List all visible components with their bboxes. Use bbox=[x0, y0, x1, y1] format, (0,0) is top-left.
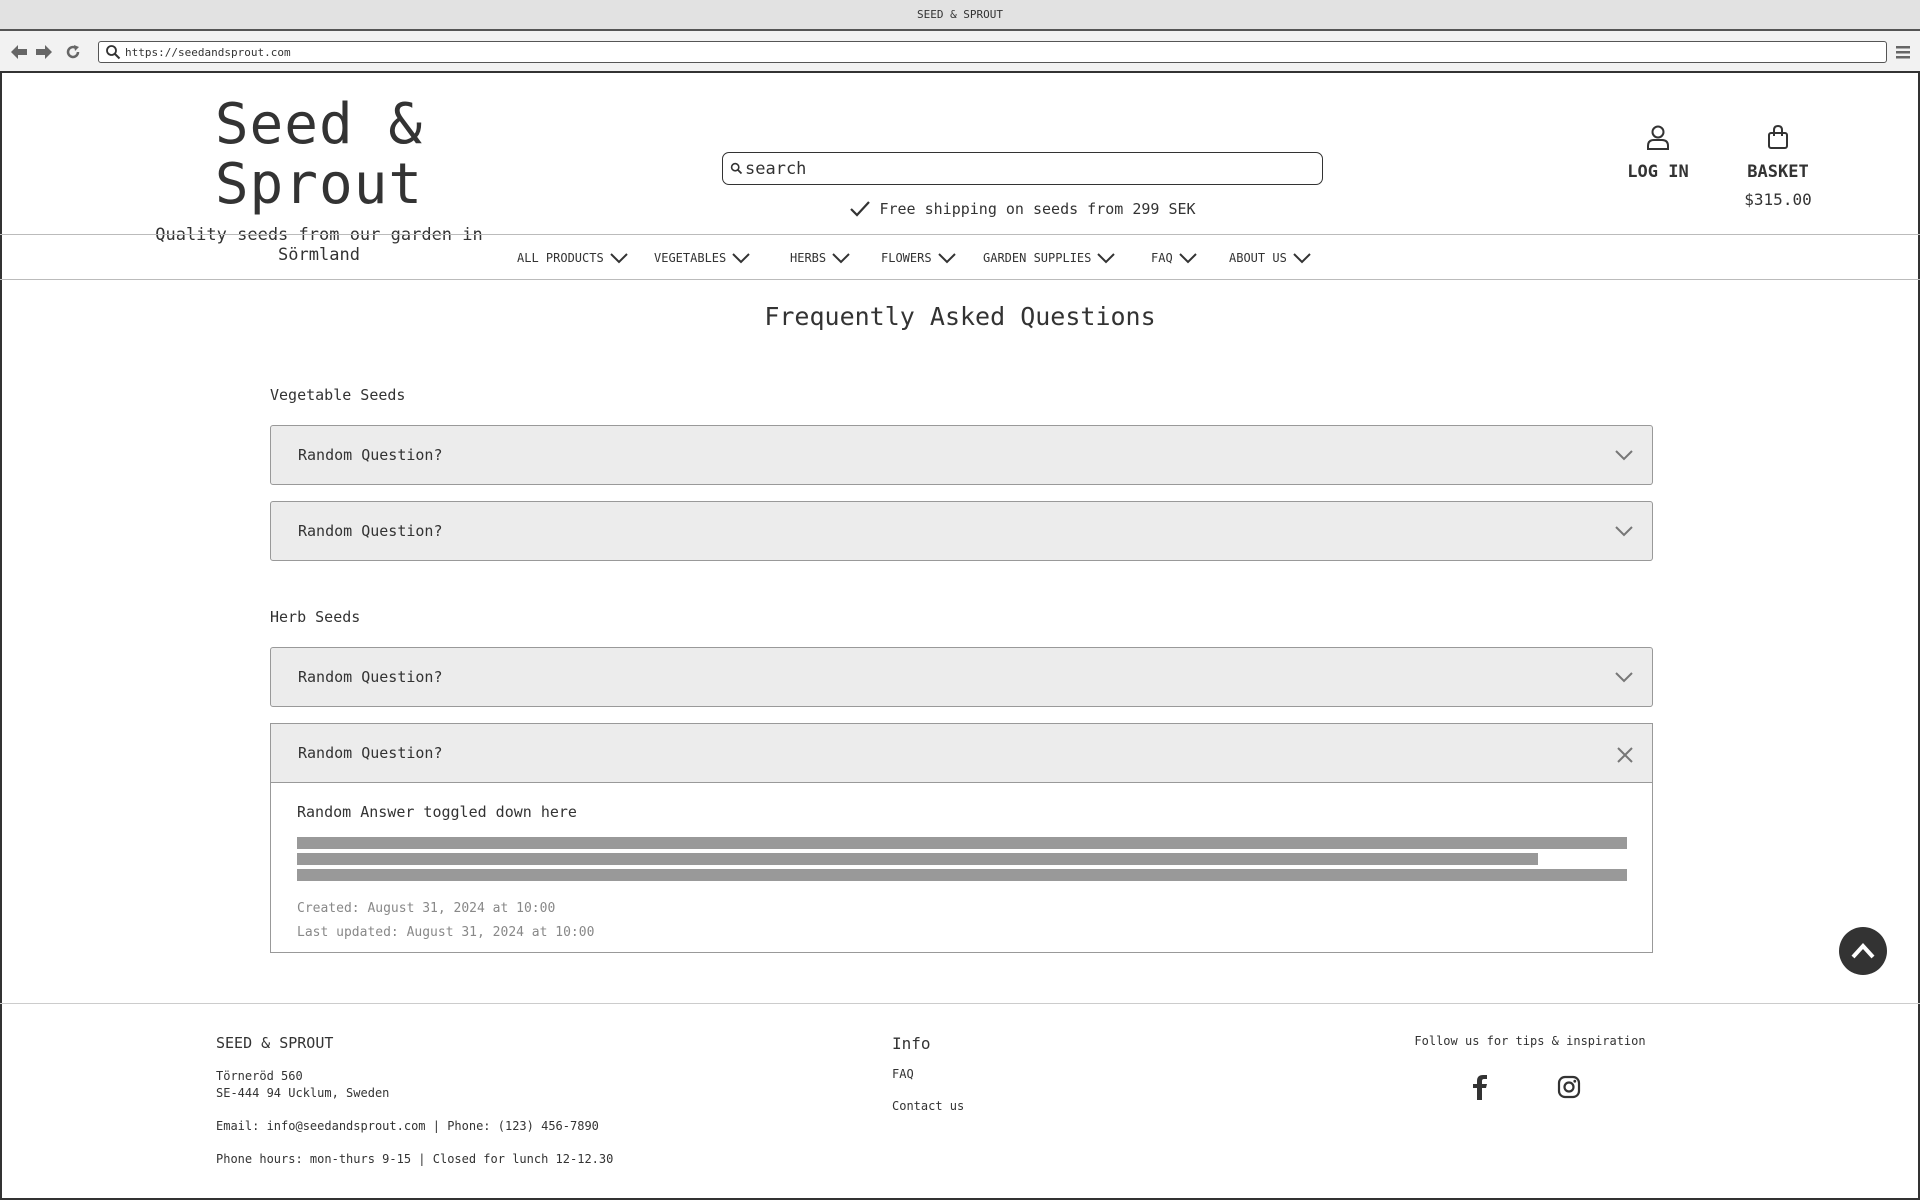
back-button[interactable] bbox=[8, 42, 30, 62]
chevron-down-icon bbox=[937, 253, 956, 264]
faq-question[interactable]: Random Question? bbox=[270, 425, 1653, 485]
question-text: Random Question? bbox=[298, 446, 443, 464]
placeholder-text-line bbox=[297, 853, 1538, 865]
nav-item-herbs[interactable]: HERBS bbox=[790, 235, 850, 281]
basket-total: $315.00 bbox=[1744, 190, 1812, 209]
nav-item-flowers[interactable]: FLOWERS bbox=[881, 235, 956, 281]
chevron-down-icon bbox=[832, 253, 850, 264]
nav-item-label: HERBS bbox=[790, 251, 827, 265]
nav-item-label: FAQ bbox=[1151, 251, 1173, 265]
footer-follow-text: Follow us for tips & inspiration bbox=[1414, 1034, 1646, 1048]
browser-menu-button[interactable] bbox=[1894, 43, 1912, 61]
footer-info: Info FAQ Contact us bbox=[892, 1034, 964, 1113]
basket-label: BASKET bbox=[1747, 162, 1809, 182]
reload-icon bbox=[66, 45, 80, 59]
question-text: Random Question? bbox=[298, 744, 443, 762]
login-label: LOG IN bbox=[1627, 162, 1689, 182]
chevron-down-icon bbox=[1615, 672, 1633, 683]
address-bar: https://seedandsprout.com bbox=[0, 31, 1920, 73]
brand-title: Seed & Sprout bbox=[214, 92, 424, 217]
section-heading-vegetable-seeds: Vegetable Seeds bbox=[270, 386, 406, 404]
question-text: Random Question? bbox=[298, 522, 443, 540]
page-title: Frequently Asked Questions bbox=[764, 302, 1156, 331]
faq-answer: Random Answer toggled down here Created:… bbox=[270, 783, 1653, 953]
footer-info-heading: Info bbox=[892, 1034, 931, 1053]
user-icon bbox=[1647, 125, 1669, 150]
arrow-right-icon bbox=[36, 45, 52, 59]
forward-button[interactable] bbox=[33, 42, 55, 62]
chevron-down-icon bbox=[1615, 450, 1633, 461]
chevron-down-icon bbox=[1097, 253, 1116, 264]
faq-question[interactable]: Random Question? bbox=[270, 647, 1653, 707]
search-icon bbox=[106, 45, 121, 60]
instagram-icon bbox=[1557, 1075, 1581, 1099]
footer-hours: Phone hours: mon-thurs 9-15 | Closed for… bbox=[216, 1152, 614, 1166]
nav-item-label: ALL PRODUCTS bbox=[517, 251, 604, 265]
reload-button[interactable] bbox=[62, 42, 84, 62]
faq-question-open[interactable]: Random Question? bbox=[270, 723, 1653, 783]
chevron-down-icon bbox=[609, 253, 628, 264]
section-heading-herb-seeds: Herb Seeds bbox=[270, 608, 361, 626]
placeholder-text-line bbox=[297, 869, 1627, 881]
nav-item-vegetables[interactable]: VEGETABLES bbox=[654, 235, 750, 281]
instagram-link[interactable] bbox=[1556, 1074, 1582, 1100]
chevron-up-icon bbox=[1851, 943, 1875, 959]
footer-contact-line: Email: info@seedandsprout.com | Phone: (… bbox=[216, 1119, 599, 1133]
nav-item-about-us[interactable]: ABOUT US bbox=[1229, 235, 1311, 281]
search-icon bbox=[730, 162, 743, 175]
nav-item-label: FLOWERS bbox=[881, 251, 932, 265]
chevron-down-icon bbox=[1293, 253, 1311, 264]
window-title: SEED & SPROUT bbox=[916, 8, 1004, 21]
footer-contact: SEED & SPROUT Törneröd 560 SE-444 94 Uck… bbox=[216, 1034, 613, 1168]
chevron-down-icon bbox=[1178, 253, 1197, 264]
footer-brand: SEED & SPROUT bbox=[216, 1034, 334, 1052]
footer-address-line2: SE-444 94 Ucklum, Sweden bbox=[216, 1086, 390, 1100]
facebook-icon bbox=[1473, 1075, 1487, 1100]
facebook-link[interactable] bbox=[1467, 1074, 1493, 1100]
placeholder-text-line bbox=[297, 837, 1627, 849]
shipping-note: Free shipping on seeds from 299 SEK bbox=[722, 200, 1323, 218]
main-navigation: ALL PRODUCTS VEGETABLES HERBS FLOWERS GA… bbox=[0, 234, 1920, 280]
nav-item-garden-supplies[interactable]: GARDEN SUPPLIES bbox=[983, 235, 1116, 281]
faq-question[interactable]: Random Question? bbox=[270, 501, 1653, 561]
footer-address-line1: Törneröd 560 bbox=[216, 1069, 303, 1083]
footer-link-contact[interactable]: Contact us bbox=[892, 1099, 964, 1113]
url-text: https://seedandsprout.com bbox=[125, 45, 291, 59]
window-title-bar: SEED & SPROUT bbox=[0, 0, 1920, 31]
nav-item-label: ABOUT US bbox=[1229, 251, 1287, 265]
nav-item-faq[interactable]: FAQ bbox=[1151, 235, 1197, 281]
chevron-down-icon bbox=[1615, 526, 1633, 537]
footer-link-faq[interactable]: FAQ bbox=[892, 1067, 964, 1081]
checkmark-icon bbox=[850, 201, 871, 217]
footer-social: Follow us for tips & inspiration bbox=[1390, 1034, 1670, 1100]
answer-updated: Last updated: August 31, 2024 at 10:00 bbox=[297, 925, 595, 940]
search-placeholder: search bbox=[745, 158, 807, 179]
shopping-bag-icon bbox=[1768, 124, 1788, 149]
answer-created: Created: August 31, 2024 at 10:00 bbox=[297, 901, 556, 916]
scroll-to-top-button[interactable] bbox=[1839, 927, 1887, 975]
chevron-down-icon bbox=[732, 253, 750, 264]
shipping-text: Free shipping on seeds from 299 SEK bbox=[879, 200, 1196, 218]
arrow-left-icon bbox=[11, 45, 27, 59]
close-icon[interactable] bbox=[1616, 746, 1634, 764]
nav-item-all-products[interactable]: ALL PRODUCTS bbox=[517, 235, 628, 281]
nav-item-label: VEGETABLES bbox=[654, 251, 727, 265]
footer: SEED & SPROUT Törneröd 560 SE-444 94 Uck… bbox=[0, 1003, 1920, 1198]
url-field[interactable]: https://seedandsprout.com bbox=[98, 41, 1887, 63]
nav-item-label: GARDEN SUPPLIES bbox=[983, 251, 1092, 265]
login-link[interactable]: LOG IN bbox=[1618, 124, 1698, 182]
search-input[interactable]: search bbox=[722, 152, 1323, 185]
question-text: Random Question? bbox=[298, 668, 443, 686]
hamburger-icon bbox=[1896, 46, 1910, 59]
basket-link[interactable]: BASKET $315.00 bbox=[1738, 124, 1818, 209]
answer-title: Random Answer toggled down here bbox=[297, 803, 577, 821]
